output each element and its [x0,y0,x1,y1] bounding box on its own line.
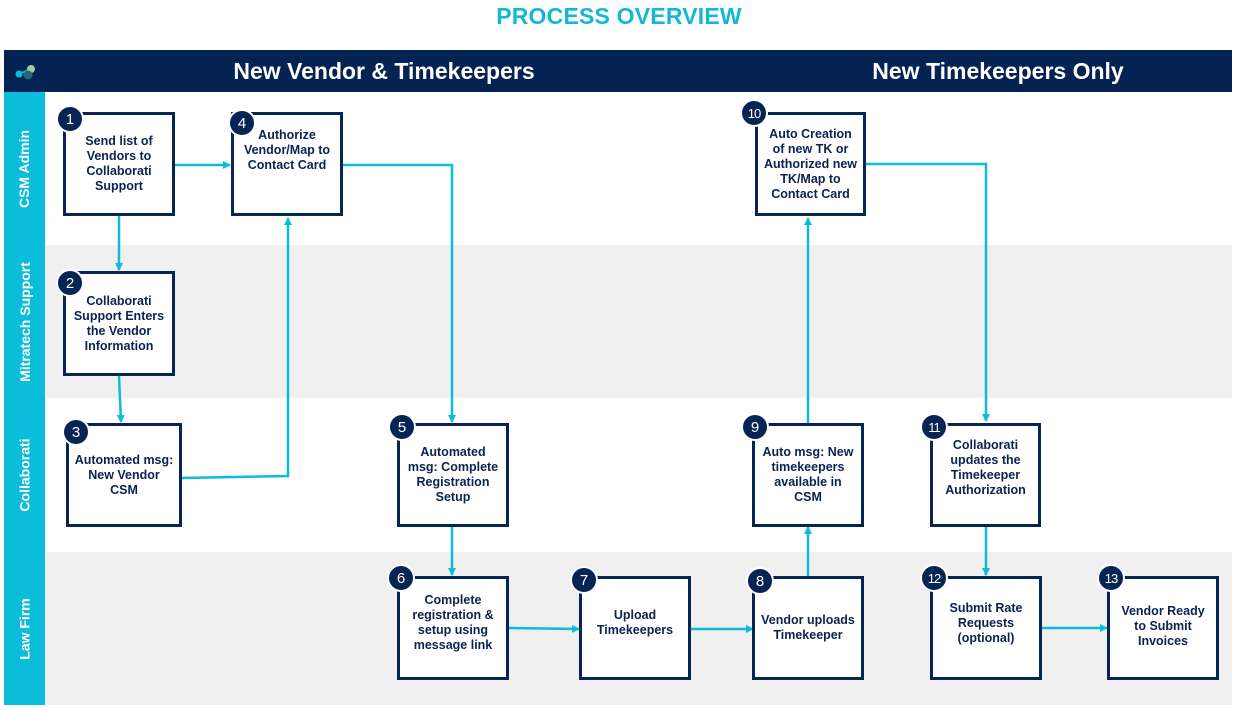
step-text: Auto msg: New timekeepers available in C… [762,445,854,504]
step-number-badge: 5 [388,413,416,441]
step-13: Vendor Ready to Submit Invoices [1107,576,1219,680]
step-text: Collaborati Support Enters the Vendor In… [73,293,165,353]
step-number-badge: 2 [56,269,84,297]
step-text: Send list of Vendors to Collaborati Supp… [85,134,153,193]
step-text: Upload Timekeepers [596,608,674,637]
step-number-badge: 7 [570,566,598,594]
step-text: Automated msg: Complete Registration Set… [407,445,499,504]
step-number-badge: 1 [56,105,84,133]
step-12: Submit Rate Requests (optional) [930,576,1042,680]
step-6: Complete registration & setup using mess… [397,576,509,680]
step-11: Collaborati updates the Timekeeper Autho… [930,423,1041,527]
connector-2-3 [116,375,125,423]
step-text: Vendor uploads Timekeeper [761,613,855,642]
step-text: Complete registration & setup using mess… [412,593,494,652]
step-7: Upload Timekeepers [579,576,691,680]
step-number-badge: 11 [920,413,948,441]
connector-6-7 [507,624,580,633]
step-number-badge: 4 [228,109,256,137]
step-number-badge: 3 [62,418,90,446]
step-text: Submit Rate Requests (optional) [949,600,1023,645]
step-text: Automated msg: New Vendor CSM [74,452,174,497]
step-10: Auto Creation of new TK or Authorized ne… [755,112,866,216]
connector-10-11 [865,162,990,422]
step-5: Automated msg: Complete Registration Set… [397,423,509,527]
step-number-badge: 10 [740,99,768,127]
connector-4-5 [342,163,456,423]
step-number-badge: 13 [1097,564,1125,592]
step-text: Vendor Ready to Submit Invoices [1121,603,1205,648]
step-9: Auto msg: New timekeepers available in C… [752,423,864,527]
step-text: Auto Creation of new TK or Authorized ne… [763,126,858,201]
step-number-badge: 12 [920,564,948,592]
step-number-badge: 6 [387,564,415,592]
step-number-badge: 8 [746,567,774,595]
step-text: Collaborati updates the Timekeeper Autho… [945,438,1026,497]
connector-3-4 [180,217,292,480]
step-number-badge: 9 [741,413,769,441]
